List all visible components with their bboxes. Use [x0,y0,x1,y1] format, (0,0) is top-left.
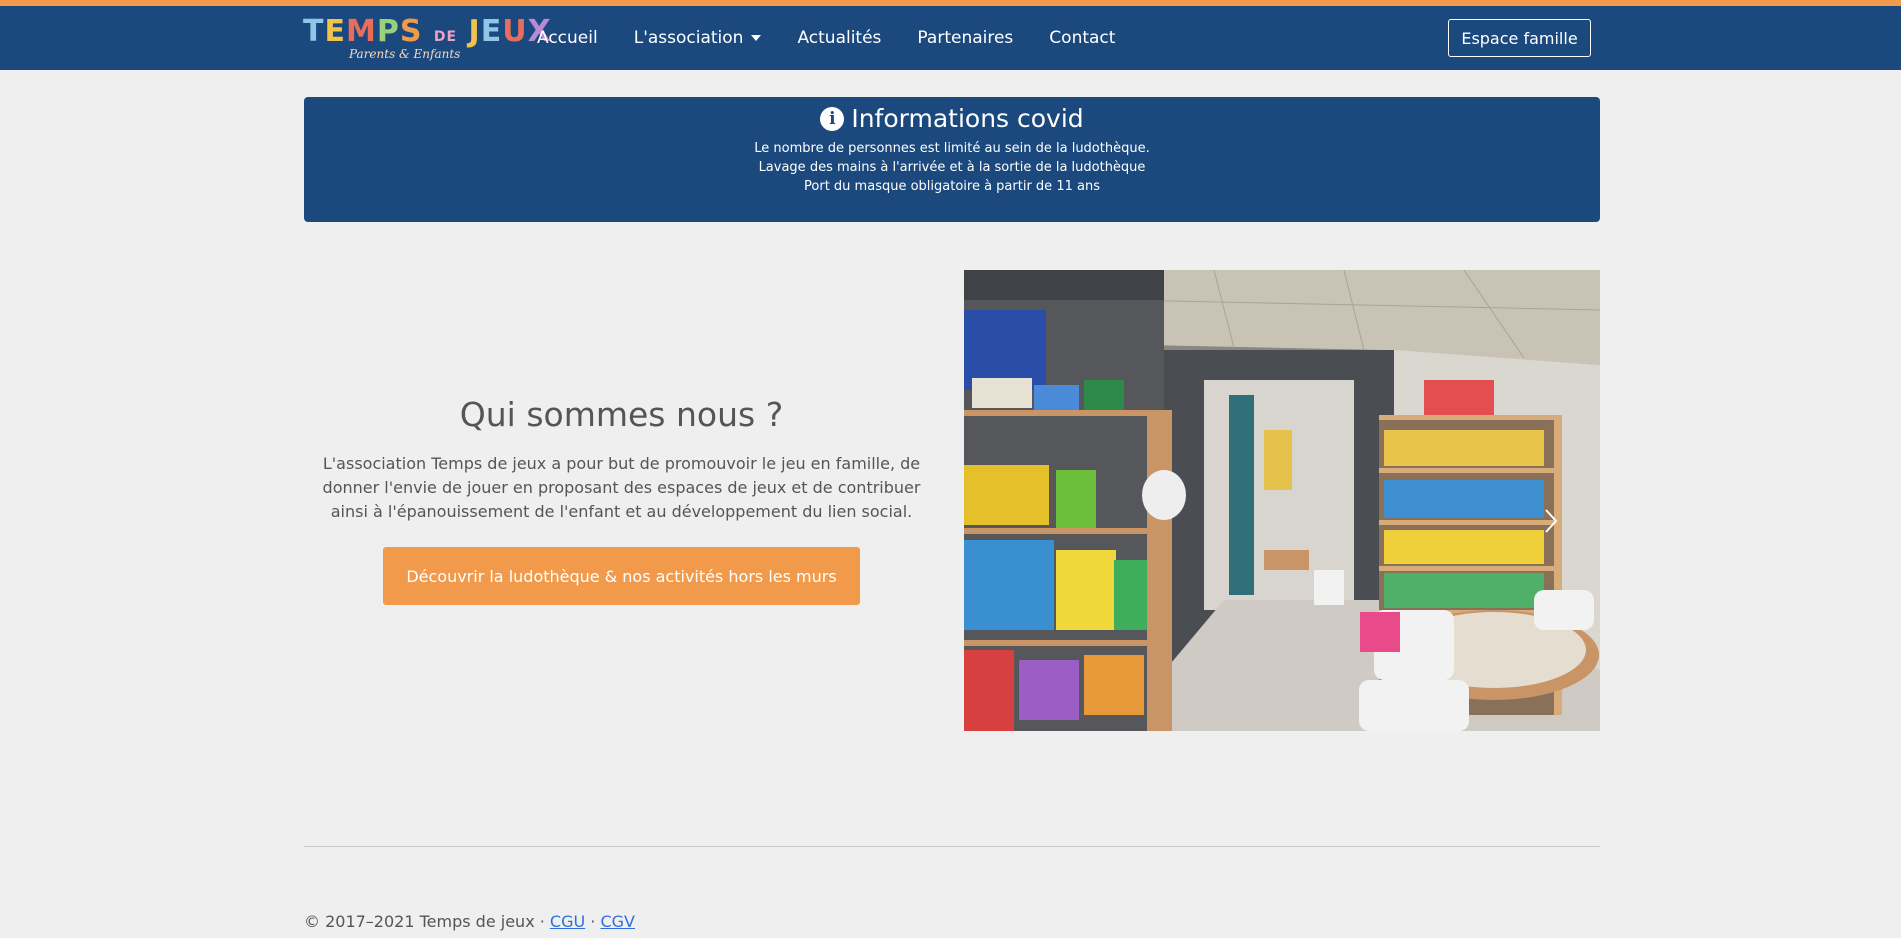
chevron-right-icon[interactable] [1544,508,1558,534]
nav-item-actualites[interactable]: Actualités [797,28,881,48]
logo[interactable]: TEMPS DE JEUX Parents & Enfants [303,15,551,63]
cgv-link[interactable]: CGV [600,912,635,931]
about-text: L'association Temps de jeux a pour but d… [322,454,921,521]
cgu-link[interactable]: CGU [550,912,585,931]
covid-lines: Le nombre de personnes est limité au sei… [304,139,1600,196]
covid-title-row: i Informations covid [304,104,1600,133]
logo-subtitle: Parents & Enfants [349,47,461,61]
discover-ludotheque-button[interactable]: Découvrir la ludothèque & nos activités … [383,547,860,605]
covid-line: Port du masque obligatoire à partir de 1… [804,179,1100,194]
nav-item-accueil[interactable]: Accueil [537,28,598,48]
footer-divider [304,846,1600,847]
info-circle-icon: i [820,106,845,131]
caret-down-icon [751,35,762,41]
copyright-text: © 2017–2021 Temps de jeux · [304,912,550,931]
ludotheque-photo [964,270,1600,731]
carousel [964,270,1600,731]
footer-separator: · [585,912,601,931]
navbar: TEMPS DE JEUX Parents & Enfants Accueil … [0,6,1901,70]
covid-info-banner: i Informations covid Le nombre de person… [304,97,1600,222]
covid-line: Lavage des mains à l'arrivée et à la sor… [758,160,1146,175]
covid-line: Le nombre de personnes est limité au sei… [754,141,1150,156]
nav-item-partenaires[interactable]: Partenaires [917,28,1013,48]
nav-item-association[interactable]: L'association [634,28,762,48]
nav-item-contact[interactable]: Contact [1049,28,1115,48]
espace-famille-button[interactable]: Espace famille [1448,19,1591,57]
about-title: Qui sommes nous ? [459,395,784,434]
covid-title: Informations covid [851,104,1084,133]
nav-item-association-label: L'association [633,28,744,48]
about-section: Qui sommes nous ? L'association Temps de… [304,395,939,524]
footer: © 2017–2021 Temps de jeux · CGU · CGV [304,912,635,931]
nav-menu: Accueil L'association Actualités Partena… [537,6,1151,70]
